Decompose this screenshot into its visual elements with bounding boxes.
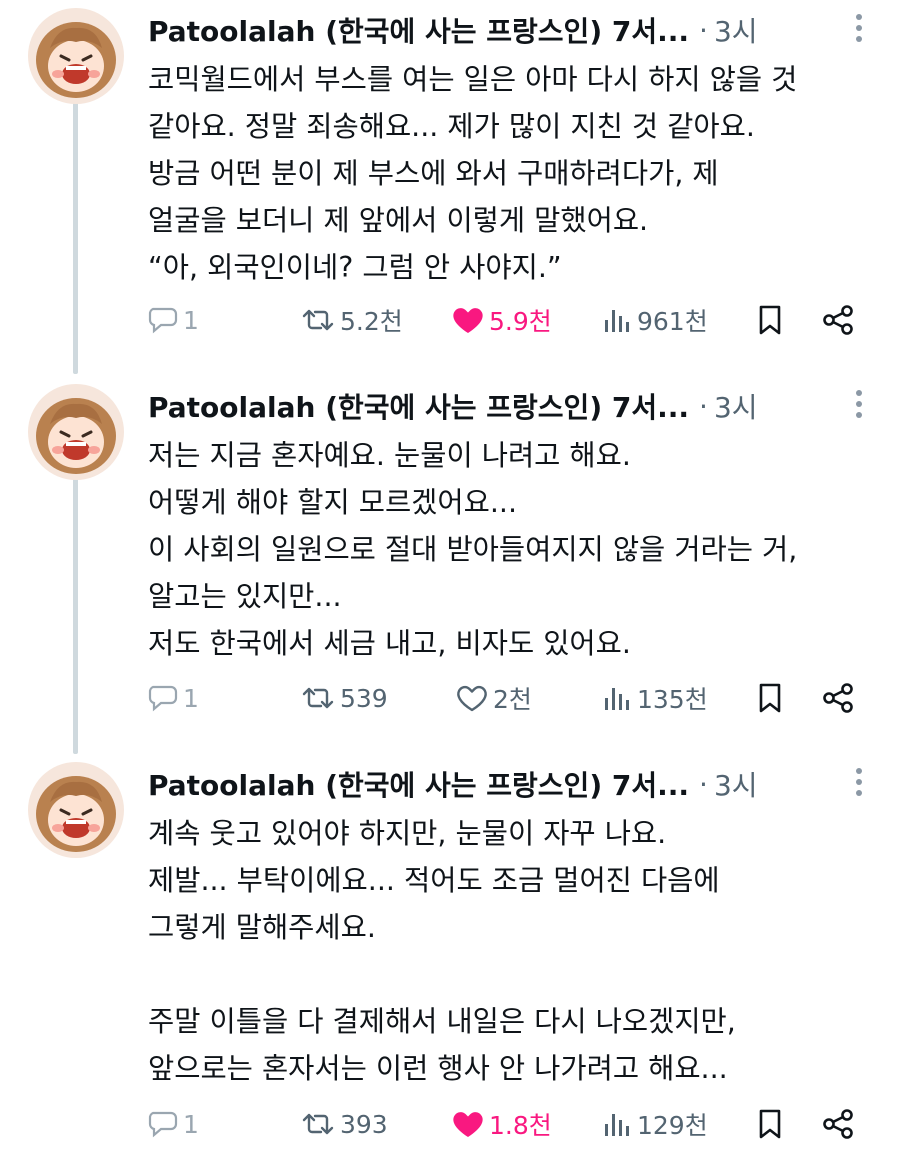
- like-count: 2천: [493, 685, 532, 714]
- timestamp[interactable]: 3시: [714, 764, 758, 804]
- tweet-text-line: 얼굴을 보더니 제 앞에서 이렇게 말했어요.: [148, 204, 649, 237]
- heart-outline-icon: [457, 685, 487, 712]
- more-options-icon[interactable]: [854, 768, 864, 802]
- bookmark-button[interactable]: [757, 1102, 783, 1146]
- action-bar: 1 393 1.8천 129천: [145, 1102, 875, 1146]
- view-count: 135천: [637, 685, 708, 714]
- tweet-text-line: 코믹월드에서 부스를 여는 일은 아마 다시 하지 않을 것: [148, 63, 798, 96]
- tweet-text: 저는 지금 혼자예요. 눈물이 나려고 해요. 어떻게 해야 할지 모르겠어요.…: [148, 432, 878, 667]
- separator-dot: ·: [699, 389, 708, 423]
- tweet-text-line: 주말 이틀을 다 결제해서 내일은 다시 나오겠지만,: [148, 1005, 736, 1038]
- author-name[interactable]: Patoolalah (한국에 사는 프랑스인) 7서...: [148, 386, 689, 426]
- retweet-button[interactable]: 393: [300, 1102, 388, 1146]
- views-button[interactable]: 961천: [603, 298, 708, 342]
- bookmark-button[interactable]: [757, 298, 783, 342]
- tweet-text-line: 그렇게 말해주세요.: [148, 911, 376, 944]
- reply-button[interactable]: 1: [147, 1102, 199, 1146]
- action-bar: 1 5.2천 5.9천 961천: [145, 298, 875, 342]
- share-icon: [823, 305, 853, 335]
- view-count: 129천: [637, 1111, 708, 1140]
- reply-icon: [148, 685, 178, 712]
- like-button[interactable]: 2천: [455, 676, 532, 720]
- retweet-count: 5.2천: [340, 307, 403, 336]
- retweet-icon: [302, 1113, 334, 1135]
- retweet-icon: [302, 309, 334, 331]
- tweet-text-line: 같아요. 정말 죄송해요... 제가 많이 지친 것 같아요.: [148, 110, 755, 143]
- tweet-text: 계속 웃고 있어야 하지만, 눈물이 자꾸 나요. 제발... 부탁이에요...…: [148, 810, 878, 1092]
- action-bar: 1 539 2천 135천: [145, 676, 875, 720]
- tweet-text-line: [148, 951, 878, 998]
- bookmark-icon: [759, 683, 781, 713]
- bookmark-icon: [759, 305, 781, 335]
- timestamp[interactable]: 3시: [714, 10, 758, 50]
- reply-icon: [148, 1111, 178, 1138]
- like-count: 5.9천: [489, 307, 552, 336]
- separator-dot: ·: [699, 767, 708, 801]
- share-icon: [823, 683, 853, 713]
- like-count: 1.8천: [489, 1111, 552, 1140]
- tweet-text-line: 알고는 있지만...: [148, 580, 342, 613]
- tweet[interactable]: Patoolalah (한국에 사는 프랑스인) 7서... · 3시 계속 웃…: [0, 762, 900, 1152]
- reply-button[interactable]: 1: [147, 298, 199, 342]
- analytics-icon: [605, 1114, 629, 1136]
- tweet-header: Patoolalah (한국에 사는 프랑스인) 7서... · 3시: [148, 764, 870, 804]
- analytics-icon: [605, 310, 629, 332]
- retweet-button[interactable]: 5.2천: [300, 298, 403, 342]
- tweet-text: 코믹월드에서 부스를 여는 일은 아마 다시 하지 않을 것 같아요. 정말 죄…: [148, 56, 878, 291]
- tweet-text-line: 방금 어떤 분이 제 부스에 와서 구매하려다가, 제: [148, 157, 719, 190]
- tweet-text-line: 이 사회의 일원으로 절대 받아들여지지 않을 거라는 거,: [148, 533, 798, 566]
- reply-count: 1: [183, 1109, 199, 1139]
- retweet-count: 539: [340, 683, 388, 713]
- tweet-text-line: 저도 한국에서 세금 내고, 비자도 있어요.: [148, 627, 631, 660]
- tweet-text-line: “아, 외국인이네? 그럼 안 사야지.”: [148, 251, 562, 284]
- like-button[interactable]: 1.8천: [451, 1102, 552, 1146]
- more-options-icon[interactable]: [854, 14, 864, 48]
- share-button[interactable]: [821, 1102, 855, 1146]
- tweet-text-line: 앞으로는 혼자서는 이런 행사 안 나가려고 해요...: [148, 1052, 728, 1085]
- analytics-icon: [605, 688, 629, 710]
- views-button[interactable]: 135천: [603, 676, 708, 720]
- retweet-button[interactable]: 539: [300, 676, 388, 720]
- share-icon: [823, 1109, 853, 1139]
- share-button[interactable]: [821, 676, 855, 720]
- tweet-text-line: 어떻게 해야 할지 모르겠어요...: [148, 486, 517, 519]
- reply-icon: [148, 307, 178, 334]
- tweet-text-line: 제발... 부탁이에요... 적어도 조금 멀어진 다음에: [148, 864, 720, 897]
- like-button[interactable]: 5.9천: [451, 298, 552, 342]
- tweet-header: Patoolalah (한국에 사는 프랑스인) 7서... · 3시: [148, 10, 870, 50]
- reply-count: 1: [183, 305, 199, 335]
- tweet-header: Patoolalah (한국에 사는 프랑스인) 7서... · 3시: [148, 386, 870, 426]
- avatar[interactable]: [28, 384, 124, 480]
- tweet-text-line: 계속 웃고 있어야 하지만, 눈물이 자꾸 나요.: [148, 817, 667, 850]
- author-name[interactable]: Patoolalah (한국에 사는 프랑스인) 7서...: [148, 764, 689, 804]
- avatar[interactable]: [28, 762, 124, 858]
- avatar[interactable]: [28, 8, 124, 104]
- author-name[interactable]: Patoolalah (한국에 사는 프랑스인) 7서...: [148, 10, 689, 50]
- timestamp[interactable]: 3시: [714, 386, 758, 426]
- reply-button[interactable]: 1: [147, 676, 199, 720]
- bookmark-button[interactable]: [757, 676, 783, 720]
- retweet-icon: [302, 687, 334, 709]
- bookmark-icon: [759, 1109, 781, 1139]
- more-options-icon[interactable]: [854, 390, 864, 424]
- reply-count: 1: [183, 683, 199, 713]
- heart-filled-icon: [453, 1112, 483, 1137]
- retweet-count: 393: [340, 1109, 388, 1139]
- heart-filled-icon: [453, 308, 483, 333]
- tweet[interactable]: Patoolalah (한국에 사는 프랑스인) 7서... · 3시 저는 지…: [0, 384, 900, 734]
- tweet-text-line: 저는 지금 혼자예요. 눈물이 나려고 해요.: [148, 439, 631, 472]
- separator-dot: ·: [699, 13, 708, 47]
- share-button[interactable]: [821, 298, 855, 342]
- view-count: 961천: [637, 307, 708, 336]
- tweet[interactable]: Patoolalah (한국에 사는 프랑스인) 7서... · 3시 코믹월드…: [0, 8, 900, 358]
- views-button[interactable]: 129천: [603, 1102, 708, 1146]
